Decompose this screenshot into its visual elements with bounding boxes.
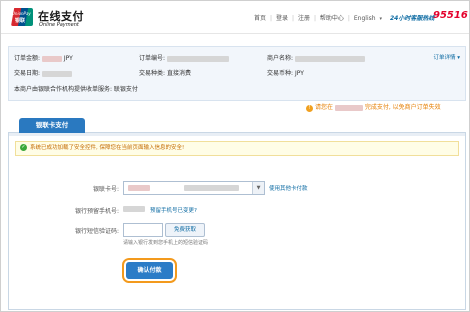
- merchant-name: 商户名称:: [267, 53, 365, 62]
- get-code-button[interactable]: 免费获取: [165, 223, 205, 237]
- check-icon: ✓: [20, 144, 27, 151]
- hotline-number: 95516: [433, 10, 468, 21]
- card-number-label: 银联卡号:: [92, 186, 119, 193]
- order-info: 订单金额: JPY 订单编号: 商户名称: 订单详情 ▾ 交易日期: 交易种类:…: [8, 46, 466, 101]
- warning-icon: !: [306, 105, 313, 112]
- nav-help[interactable]: 帮助中心: [320, 15, 344, 22]
- language-select[interactable]: English: [354, 15, 376, 22]
- nav-home[interactable]: 首页: [254, 15, 266, 22]
- payment-page: UnionPay 银联 在线支付 Online Payment 首页 | 登录 | …: [0, 0, 470, 312]
- top-nav: 首页 | 登录 | 注册 | 帮助中心 | English ▾: [254, 15, 382, 22]
- confirm-payment-button[interactable]: 确认付款: [126, 262, 173, 279]
- order-amount: 订单金额: JPY: [14, 55, 73, 62]
- unionpay-logo: UnionPay 银联: [11, 8, 33, 26]
- card-number-select[interactable]: ▼: [123, 181, 265, 195]
- use-other-card-link[interactable]: 使用其他卡付款: [269, 184, 308, 192]
- chevron-down-icon: ▾: [457, 55, 460, 61]
- chevron-down-icon: ▼: [252, 182, 264, 194]
- trade-date: 交易日期:: [14, 68, 72, 77]
- phone-changed-link[interactable]: 预留手机号已变更?: [150, 206, 197, 214]
- nav-register[interactable]: 注册: [298, 15, 310, 22]
- order-number: 订单编号:: [139, 53, 229, 62]
- header: UnionPay 银联 在线支付 Online Payment 首页 | 登录 | …: [1, 1, 469, 34]
- chevron-down-icon: ▾: [379, 16, 382, 22]
- trade-currency: 交易币种: JPY: [267, 70, 304, 77]
- trade-type: 交易种类: 直接消费: [139, 70, 191, 77]
- service-note: 本商户由银联合作机构提供收单服务: 联银支付: [14, 86, 138, 93]
- phone-label: 银行预留手机号:: [74, 208, 119, 215]
- tab-unionpay-card[interactable]: 银联卡支付: [19, 118, 85, 133]
- brand-subtitle: Online Payment: [39, 22, 79, 28]
- phone-number: [123, 206, 145, 212]
- timeout-notice: ! 请您在 完成支付, 以免商户订单失效: [306, 102, 441, 112]
- sms-code-input[interactable]: [123, 223, 163, 237]
- hotline-label: 24小时客服热线: [390, 15, 435, 22]
- order-detail-link[interactable]: 订单详情 ▾: [433, 53, 460, 61]
- sms-hint: 请输入银行发到您手机上的短信验证码: [123, 240, 209, 246]
- payment-panel: 银联卡支付 ✓ 系统已成功加载了安全控件, 保障您在当前页面输入信息的安全! 银联…: [8, 118, 466, 310]
- nav-login[interactable]: 登录: [276, 15, 288, 22]
- security-message: ✓ 系统已成功加载了安全控件, 保障您在当前页面输入信息的安全!: [15, 141, 459, 156]
- sms-code-label: 银行短信验证码:: [74, 228, 119, 235]
